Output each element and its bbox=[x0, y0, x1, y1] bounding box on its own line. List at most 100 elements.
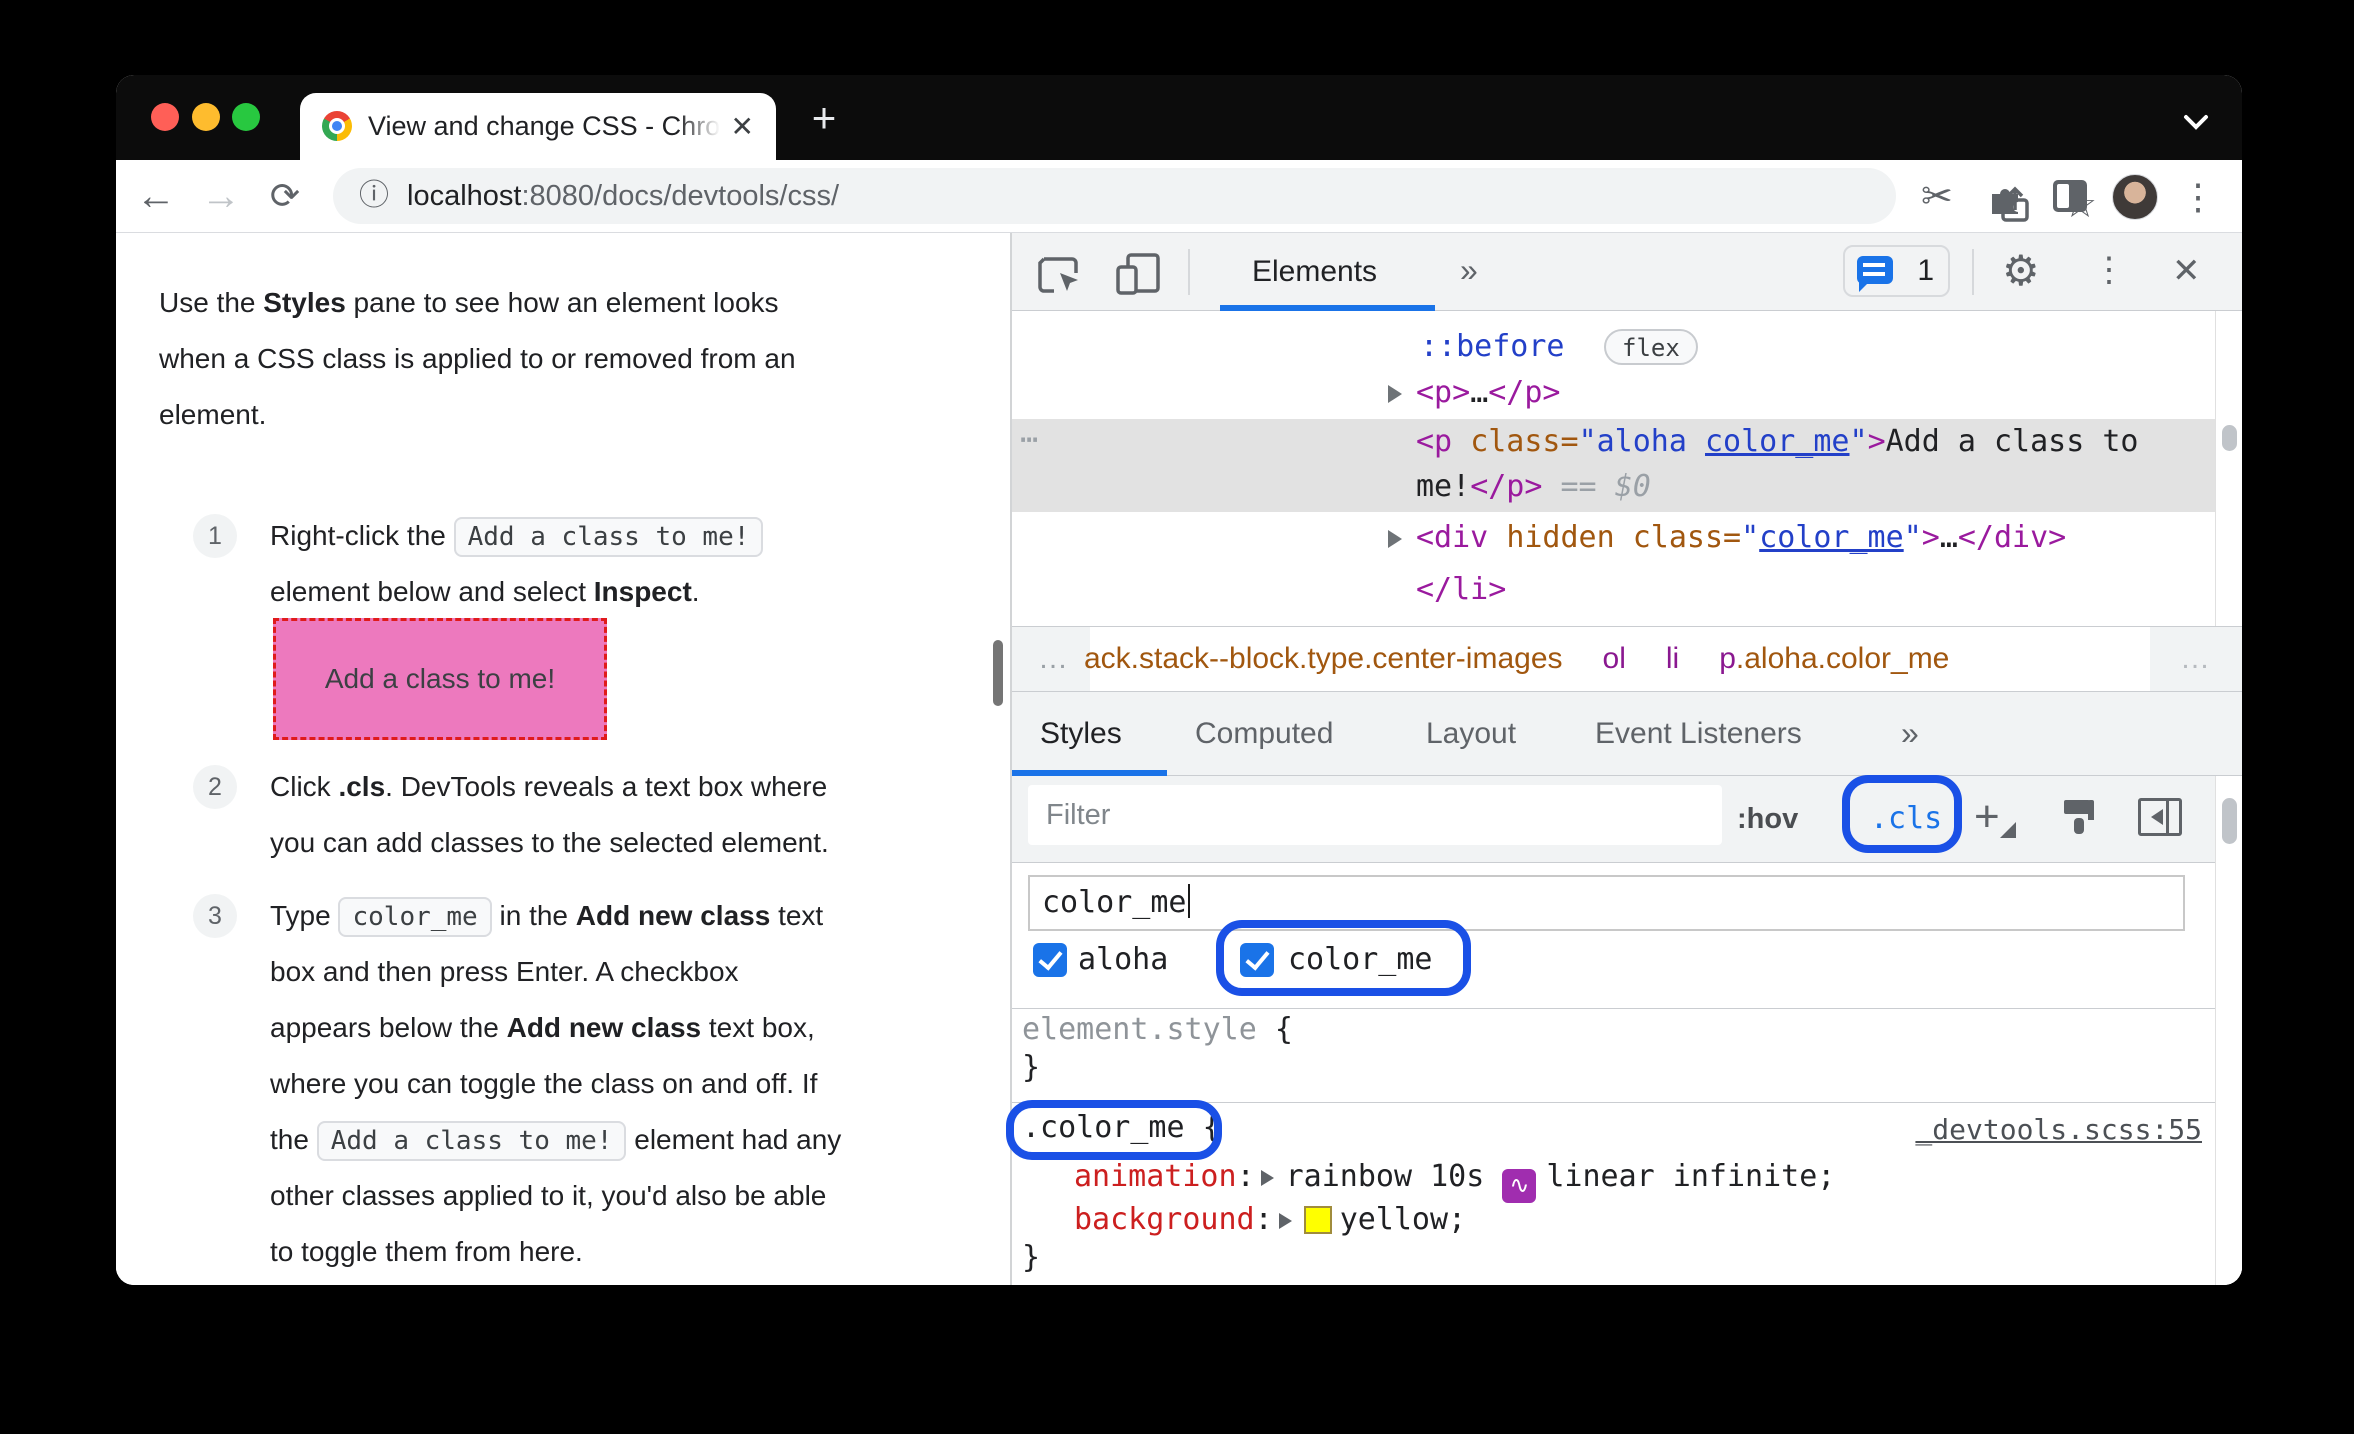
devtools-menu-icon[interactable]: ⋮ bbox=[2092, 233, 2126, 311]
stylesheet-source-link[interactable]: _devtools.scss:55 bbox=[1915, 1110, 2202, 1150]
icon-swatch bbox=[1303, 1206, 1332, 1234]
inspect-element-icon[interactable] bbox=[1036, 253, 1082, 302]
checkbox-aloha-label: aloha bbox=[1078, 942, 1169, 977]
text-line: element. bbox=[159, 399, 267, 430]
tab-styles[interactable]: Styles bbox=[1040, 692, 1122, 775]
intro-paragraph: Use the Styles pane to see how an elemen… bbox=[159, 275, 796, 443]
devtools-toolbar: Elements » 1 ⚙ ⋮ ✕ bbox=[1012, 233, 2242, 311]
more-panels-icon[interactable]: » bbox=[1460, 233, 1478, 310]
breadcrumb-items[interactable]: ack.stack--block.type.center-images ol li p… bbox=[1084, 627, 1989, 691]
color-me-close-brace: } bbox=[1022, 1240, 1041, 1275]
reload-button[interactable]: ⟳ bbox=[257, 160, 313, 232]
new-tab-button[interactable]: + bbox=[802, 97, 846, 141]
traffic-close-button[interactable] bbox=[151, 103, 179, 131]
breadcrumb-overflow-right[interactable]: … bbox=[2180, 627, 2213, 691]
step-2-number: 2 bbox=[193, 765, 237, 809]
back-button[interactable]: ← bbox=[128, 160, 184, 232]
class-input-value: color_me bbox=[1042, 885, 1187, 920]
dom-row-li-close[interactable]: </li> bbox=[1012, 567, 2215, 612]
dom-more-actions-icon[interactable]: ⋯ bbox=[1020, 419, 1040, 464]
flex-badge[interactable]: flex bbox=[1604, 329, 1698, 365]
styles-scrollbar-track[interactable] bbox=[2215, 776, 2242, 1285]
toolbar-separator bbox=[1972, 249, 1974, 295]
tab-search-chevron-icon[interactable] bbox=[2174, 107, 2218, 142]
annotation-ring-cls bbox=[1842, 775, 1962, 853]
rule-separator bbox=[1012, 1008, 2215, 1009]
hov-toggle[interactable]: :hov bbox=[1737, 776, 1798, 862]
traffic-minimize-button[interactable] bbox=[192, 103, 220, 131]
dom-row-p-collapsed[interactable]: <p>…</p> bbox=[1012, 370, 2215, 415]
text-line: Type color_me in the Add new class text bbox=[270, 888, 841, 944]
text-line: Click .cls. DevTools reveals a text box … bbox=[270, 771, 828, 802]
styles-sidebar-tabs: Styles Computed Layout Event Listeners » bbox=[1012, 692, 2242, 776]
text-line: element below and select Inspect. bbox=[270, 576, 700, 607]
demo-add-class-box[interactable]: Add a class to me! bbox=[273, 618, 607, 740]
extensions-puzzle-icon[interactable] bbox=[1986, 180, 2026, 221]
content-area: Use the Styles pane to see how an elemen… bbox=[116, 233, 2242, 1285]
message-count: 1 bbox=[1917, 254, 1934, 287]
settings-gear-icon[interactable]: ⚙ bbox=[2002, 233, 2040, 311]
dom-row-pseudo[interactable]: ::before flex bbox=[1012, 324, 2215, 369]
titlebar: View and change CSS - Chrom ✕ + bbox=[116, 75, 2242, 160]
profile-avatar[interactable] bbox=[2112, 174, 2158, 220]
tab-computed[interactable]: Computed bbox=[1195, 692, 1333, 775]
paint-roller-icon[interactable] bbox=[2058, 798, 2102, 847]
icon-arrow bbox=[1260, 1170, 1274, 1186]
tab-elements[interactable]: Elements bbox=[1252, 233, 1377, 310]
dom-row-selected[interactable]: ⋯ <p class="aloha color_me">Add a class … bbox=[1012, 419, 2215, 512]
expand-arrow-icon[interactable] bbox=[1388, 385, 1402, 403]
scissors-extension-icon[interactable]: ✂ bbox=[1921, 162, 1953, 234]
more-sidebar-tabs-icon[interactable]: » bbox=[1901, 692, 1919, 775]
traffic-zoom-button[interactable] bbox=[232, 103, 260, 131]
text-line: to toggle them from here. bbox=[270, 1236, 583, 1267]
icon-bezier bbox=[1502, 1169, 1537, 1203]
checkbox-aloha[interactable] bbox=[1033, 943, 1067, 977]
address-bar[interactable]: ⓘ localhost:8080/docs/devtools/css/ ☆ bbox=[333, 168, 2097, 226]
step-3-number: 3 bbox=[193, 894, 237, 938]
text-line: Right-click the Add a class to me! bbox=[270, 508, 764, 564]
dom-scrollbar-thumb[interactable] bbox=[2222, 425, 2237, 451]
text-line: box and then press Enter. A checkbox bbox=[270, 956, 739, 987]
text-line: you can add classes to the selected elem… bbox=[270, 827, 829, 858]
css-property-background[interactable]: background: yellow; bbox=[1074, 1200, 1466, 1240]
tab-layout[interactable]: Layout bbox=[1426, 692, 1516, 775]
toggle-sidebar-icon[interactable] bbox=[2138, 798, 2182, 836]
add-new-class-input[interactable]: color_me bbox=[1028, 875, 2185, 931]
styles-scrollbar-thumb[interactable] bbox=[2222, 798, 2237, 844]
device-toolbar-icon[interactable] bbox=[1114, 251, 1164, 302]
forward-button[interactable]: → bbox=[193, 160, 249, 232]
text-caret bbox=[1187, 884, 1190, 918]
breadcrumb-overflow-left[interactable]: … bbox=[1038, 627, 1070, 691]
url-path: :8080/docs/devtools/css/ bbox=[521, 180, 840, 212]
expand-arrow-icon[interactable] bbox=[1388, 530, 1402, 548]
site-info-icon[interactable]: ⓘ bbox=[359, 168, 389, 224]
styles-filter-input[interactable] bbox=[1028, 785, 1722, 845]
pseudo-before[interactable]: ::before bbox=[1420, 324, 1565, 369]
url-host: localhost bbox=[407, 180, 522, 212]
side-panel-icon[interactable] bbox=[2053, 180, 2087, 212]
dom-scrollbar-track[interactable] bbox=[2215, 311, 2242, 626]
annotation-ring-color-me-checkbox bbox=[1216, 920, 1471, 996]
new-style-rule-button[interactable]: + bbox=[1974, 776, 2016, 862]
text-line: appears below the Add new class text box… bbox=[270, 1012, 815, 1043]
text-line: other classes applied to it, you'd also … bbox=[270, 1180, 827, 1211]
css-property-animation[interactable]: animation:rainbow 10s linear infinite; bbox=[1074, 1157, 1835, 1203]
element-style-selector[interactable]: element.style { bbox=[1022, 1010, 1293, 1050]
devtools-close-icon[interactable]: ✕ bbox=[2172, 233, 2201, 311]
browser-tab[interactable]: View and change CSS - Chrom ✕ bbox=[300, 93, 776, 160]
tab-close-icon[interactable]: ✕ bbox=[731, 93, 754, 160]
styles-filter-bar: :hov .cls + bbox=[1012, 776, 2242, 863]
browser-toolbar: ← → ⟳ ⓘ localhost:8080/docs/devtools/css… bbox=[116, 160, 2242, 233]
page-scrollbar-thumb[interactable] bbox=[993, 640, 1003, 706]
text-line: where you can toggle the class on and of… bbox=[270, 1068, 818, 1099]
step-1-number: 1 bbox=[193, 514, 237, 558]
text-line: Use the Styles pane to see how an elemen… bbox=[159, 287, 779, 318]
annotation-ring-color-me-selector bbox=[1006, 1100, 1222, 1160]
browser-menu-icon[interactable]: ⋮ bbox=[2180, 162, 2216, 234]
dom-row-div-hidden[interactable]: <div hidden class="color_me">…</div> bbox=[1012, 515, 2215, 560]
tab-event-listeners[interactable]: Event Listeners bbox=[1595, 692, 1802, 775]
console-messages-badge[interactable]: 1 bbox=[1843, 245, 1950, 297]
chrome-favicon-icon bbox=[322, 111, 352, 141]
breadcrumb: … ack.stack--block.type.center-images ol l… bbox=[1012, 626, 2242, 692]
url-text: localhost:8080/docs/devtools/css/ bbox=[407, 168, 839, 224]
